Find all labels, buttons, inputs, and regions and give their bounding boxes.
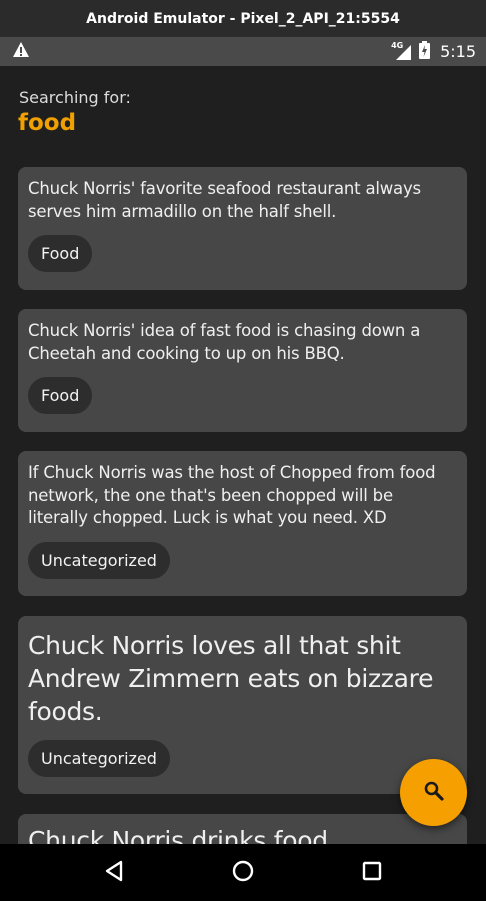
recents-icon [361, 860, 383, 886]
warning-icon [12, 41, 30, 62]
joke-text: Chuck Norris loves all that shit Andrew … [28, 631, 434, 726]
nav-home-button[interactable] [218, 848, 268, 898]
search-term: food [18, 110, 77, 136]
joke-card[interactable]: Chuck Norris' favorite seafood restauran… [18, 167, 467, 290]
category-chip[interactable]: Uncategorized [28, 740, 170, 777]
joke-text: Chuck Norris drinks food [28, 826, 328, 844]
joke-list-screen[interactable]: Searching for: food Chuck Norris' favori… [0, 66, 486, 844]
joke-card[interactable]: Chuck Norris drinks food [18, 814, 467, 844]
search-button[interactable] [400, 759, 467, 826]
joke-card[interactable]: If Chuck Norris was the host of Chopped … [18, 451, 467, 596]
joke-card[interactable]: Chuck Norris' idea of fast food is chasi… [18, 309, 467, 432]
category-chip[interactable]: Food [28, 235, 93, 272]
emulator-title-bar: Android Emulator - Pixel_2_API_21:5554 [0, 0, 486, 37]
nav-recents-button[interactable] [347, 848, 397, 898]
battery-charging-icon [419, 40, 431, 63]
joke-text: Chuck Norris' favorite seafood restauran… [28, 179, 421, 221]
joke-card[interactable]: Chuck Norris loves all that shit Andrew … [18, 616, 467, 794]
category-chip[interactable]: Food [28, 377, 93, 414]
joke-text: Chuck Norris' idea of fast food is chasi… [28, 321, 421, 363]
window-title: Android Emulator - Pixel_2_API_21:5554 [86, 10, 400, 27]
clock: 5:15 [440, 42, 476, 61]
home-icon [231, 859, 255, 887]
back-icon [103, 859, 125, 887]
navigation-bar [0, 844, 486, 901]
status-bar: 4G 5:15 [0, 37, 486, 66]
status-indicators: 4G 5:15 [391, 40, 476, 63]
joke-text: If Chuck Norris was the host of Chopped … [28, 463, 436, 527]
search-icon [422, 779, 446, 807]
search-label: Searching for: [19, 88, 131, 107]
signal-icon: 4G [391, 41, 413, 61]
nav-back-button[interactable] [89, 848, 139, 898]
category-chip[interactable]: Uncategorized [28, 541, 170, 579]
